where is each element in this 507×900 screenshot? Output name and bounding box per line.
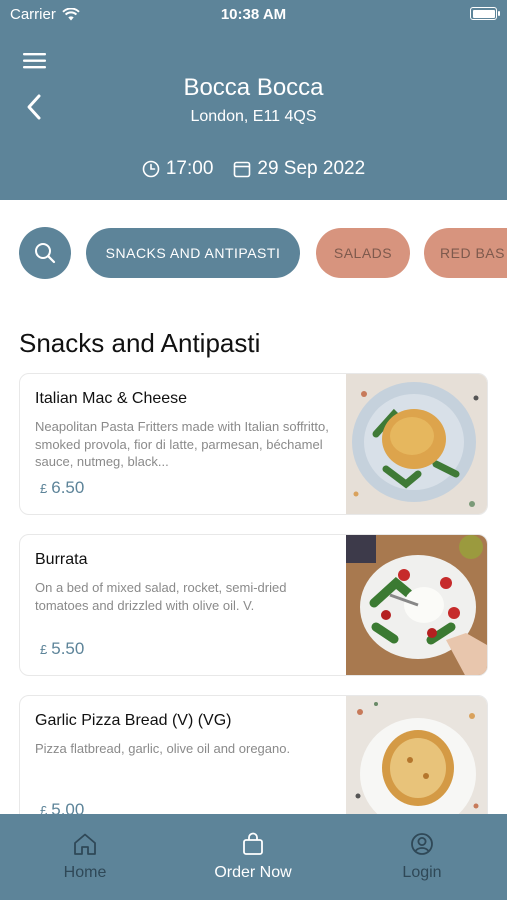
currency-symbol: £ [40, 642, 48, 657]
currency-symbol: £ [40, 481, 48, 496]
category-filter-bar: SNACKS AND ANTIPASTI SALADS RED BAS [19, 227, 507, 279]
tab-order-now[interactable]: Order Now [193, 832, 313, 882]
price-value: 5.50 [51, 639, 85, 658]
mac-and-cheese-photo [346, 374, 487, 514]
clock-icon [142, 160, 160, 178]
menu-item-price: £5.50 [40, 639, 84, 659]
burrata-photo [346, 535, 487, 675]
user-icon [411, 833, 433, 855]
booking-time-label: 17:00 [165, 158, 214, 179]
booking-date[interactable]: 29 Sep 2022 [233, 158, 365, 180]
booking-date-label: 29 Sep 2022 [257, 158, 366, 179]
bottom-tab-bar: Home Order Now Login [0, 814, 507, 900]
tab-order-now-label: Order Now [214, 864, 292, 881]
tab-home-label: Home [63, 864, 107, 881]
restaurant-name: Bocca Bocca [183, 74, 324, 101]
menu-item-card[interactable]: Burrata On a bed of mixed salad, rocket,… [19, 534, 488, 676]
category-chip-red-base[interactable]: RED BAS [424, 228, 507, 278]
menu-item-name: Garlic Pizza Bread (V) (VG) [35, 712, 232, 729]
menu-item-description: Pizza flatbread, garlic, olive oil and o… [35, 741, 291, 756]
menu-icon [23, 53, 46, 69]
section-title: Snacks and Antipasti [19, 328, 261, 358]
category-chip-snacks[interactable]: SNACKS AND ANTIPASTI [86, 228, 300, 278]
app-header: Carrier 10:38 AM Bocca Bocca London, E11… [0, 0, 507, 200]
menu-item-name: Burrata [35, 551, 88, 568]
tab-login[interactable]: Login [362, 832, 482, 882]
category-chip-salads[interactable]: SALADS [316, 228, 410, 278]
menu-item-name: Italian Mac & Cheese [35, 390, 188, 407]
menu-item-price: £6.50 [40, 478, 84, 498]
tab-home[interactable]: Home [25, 832, 145, 882]
battery-icon [470, 7, 500, 20]
hamburger-menu-button[interactable] [22, 50, 48, 72]
booking-time[interactable]: 17:00 [142, 158, 214, 180]
calendar-icon [234, 161, 251, 178]
menu-item-description: Neapolitan Pasta Fritters made with Ital… [35, 419, 329, 469]
status-bar: Carrier 10:38 AM [0, 0, 507, 28]
menu-item-card[interactable]: Italian Mac & Cheese Neapolitan Pasta Fr… [19, 373, 488, 515]
menu-item-description: On a bed of mixed salad, rocket, semi-dr… [35, 580, 287, 613]
booking-info: 17:00 29 Sep 2022 [0, 158, 507, 180]
restaurant-location: London, E11 4QS [190, 108, 317, 125]
home-icon [74, 833, 96, 855]
search-button[interactable] [19, 227, 71, 279]
price-value: 6.50 [51, 478, 85, 497]
bag-icon [243, 832, 263, 855]
tab-login-label: Login [402, 864, 442, 881]
status-time: 10:38 AM [220, 6, 287, 23]
search-icon [35, 243, 56, 264]
